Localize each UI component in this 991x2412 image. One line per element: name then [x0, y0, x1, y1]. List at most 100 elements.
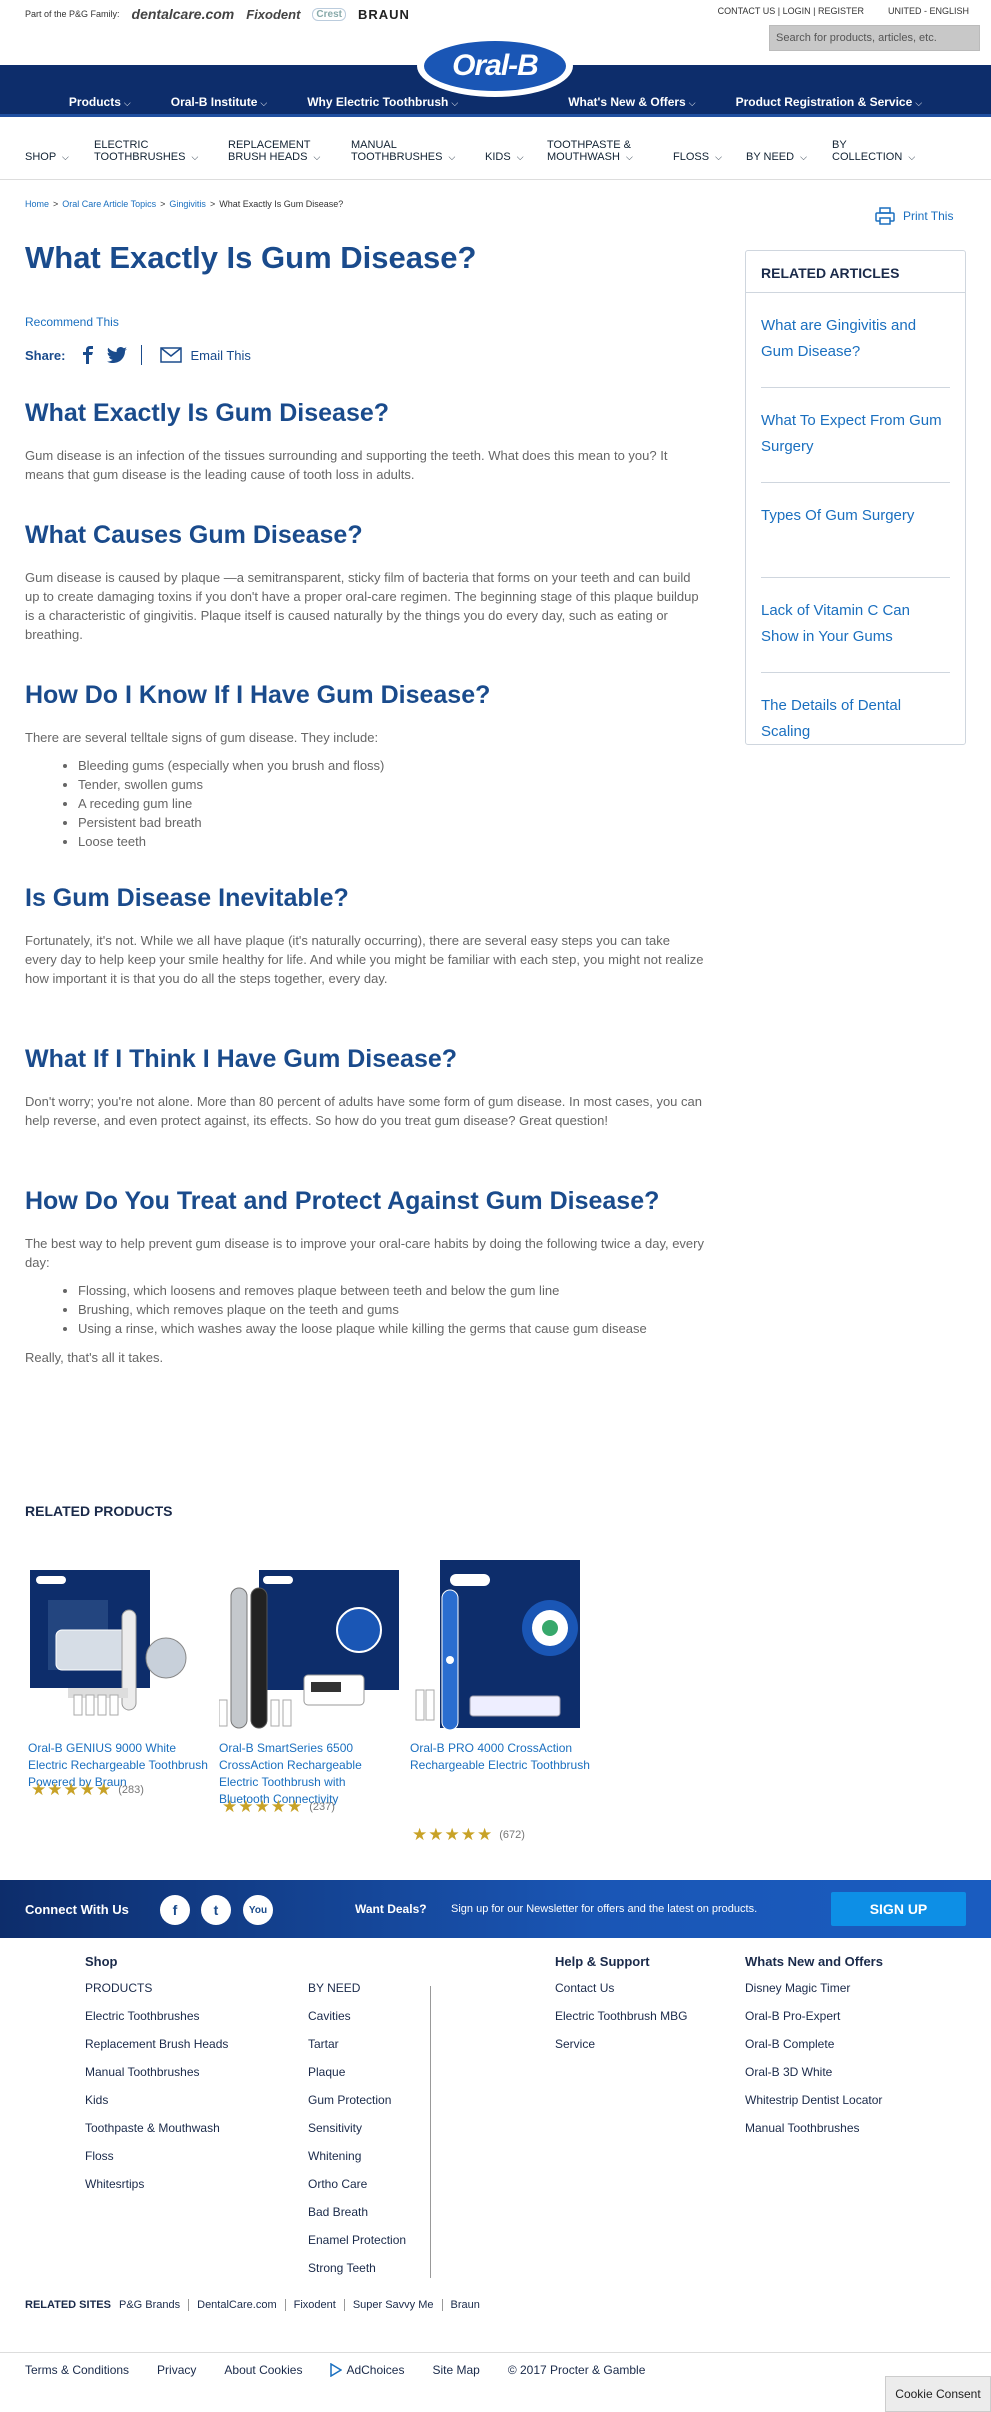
footer-link[interactable]: Toothpaste & Mouthwash	[85, 2120, 228, 2148]
product-rating: ★★★★★ (283)	[31, 1780, 144, 1800]
footer-heading: Whats New and Offers	[745, 1954, 883, 1969]
facebook-icon[interactable]: f	[160, 1895, 190, 1925]
footer-link[interactable]: Whitening	[308, 2148, 406, 2176]
nav-item-products[interactable]: Products ⌵	[49, 95, 151, 109]
product-name[interactable]: Oral-B PRO 4000 CrossAction Rechargeable…	[410, 1740, 590, 1774]
cookie-consent-button[interactable]: Cookie Consent	[885, 2376, 991, 2412]
register-link[interactable]: REGISTER	[818, 6, 864, 16]
subnav-label: FLOSS	[673, 151, 710, 163]
footer-link[interactable]: Plaque	[308, 2064, 406, 2092]
related-article-link[interactable]: What To Expect From Gum Surgery	[761, 388, 950, 483]
footer-link[interactable]: Manual Toothbrushes	[85, 2064, 228, 2092]
footer-link[interactable]: Strong Teeth	[308, 2260, 406, 2288]
subnav-kids[interactable]: KIDS ⌵	[485, 151, 524, 163]
contact-us-link[interactable]: CONTACT US	[718, 6, 776, 16]
product-image[interactable]	[410, 1560, 590, 1740]
subnav-label: BY	[832, 139, 847, 151]
footer-link[interactable]: Whitesrtips	[85, 2176, 228, 2204]
footer-link[interactable]: Electric Toothbrushes	[85, 2008, 228, 2036]
page-title: What Exactly Is Gum Disease?	[25, 240, 477, 275]
product-image[interactable]	[28, 1570, 208, 1740]
terms-link[interactable]: Terms & Conditions	[25, 2363, 129, 2377]
signup-button[interactable]: SIGN UP	[831, 1892, 966, 1926]
brand-link-fixodent[interactable]: Fixodent	[246, 7, 300, 22]
nav-item-institute[interactable]: Oral-B Institute ⌵	[151, 95, 288, 109]
breadcrumb-home[interactable]: Home	[25, 199, 49, 209]
list-item: Flossing, which loosens and removes plaq…	[78, 1281, 705, 1300]
footer-link[interactable]: BY NEED	[308, 1980, 406, 2008]
footer-link[interactable]: Contact Us	[555, 1980, 688, 2008]
brand-link-braun[interactable]: BRAUN	[358, 7, 410, 22]
footer-link[interactable]: Oral-B Complete	[745, 2036, 883, 2064]
footer-link[interactable]: Sensitivity	[308, 2120, 406, 2148]
footer-link[interactable]: Kids	[85, 2092, 228, 2120]
footer-link[interactable]: Disney Magic Timer	[745, 1980, 883, 2008]
related-site-link[interactable]: P&G Brands	[119, 2299, 188, 2311]
sitemap-link[interactable]: Site Map	[432, 2363, 479, 2377]
nav-item-registration[interactable]: Product Registration & Service ⌵	[716, 95, 943, 109]
footer-link[interactable]: Oral-B 3D White	[745, 2064, 883, 2092]
related-article-link[interactable]: What are Gingivitis and Gum Disease?	[761, 293, 950, 388]
footer-link[interactable]: Tartar	[308, 2036, 406, 2064]
related-site-link[interactable]: Fixodent	[284, 2299, 344, 2311]
footer-link[interactable]: Oral-B Pro-Expert	[745, 2008, 883, 2036]
related-site-link[interactable]: Super Savvy Me	[343, 2299, 442, 2311]
copyright: © 2017 Procter & Gamble	[507, 2363, 646, 2377]
subnav-shop[interactable]: SHOP ⌵	[25, 151, 69, 163]
related-sites-heading: RELATED SITES	[25, 2299, 111, 2311]
brand-link-dentalcare[interactable]: dentalcare.com	[132, 6, 235, 22]
cookies-link[interactable]: About Cookies	[224, 2363, 302, 2377]
subnav-collection[interactable]: BY COLLECTION ⌵	[832, 139, 915, 163]
brand-link-crest[interactable]: Crest	[312, 7, 346, 21]
footer-link[interactable]: Enamel Protection	[308, 2232, 406, 2260]
footer-link[interactable]: Cavities	[308, 2008, 406, 2036]
subnav-toothpaste[interactable]: TOOTHPASTE & MOUTHWASH ⌵	[547, 139, 633, 163]
footer-link[interactable]: Whitestrip Dentist Locator	[745, 2092, 883, 2120]
twitter-icon[interactable]: t	[201, 1895, 231, 1925]
breadcrumb: Home > Oral Care Article Topics > Gingivitis…	[25, 199, 343, 209]
product-card[interactable]: Oral-B SmartSeries 6500 CrossAction Rech…	[218, 1570, 399, 1816]
breadcrumb-gingivitis[interactable]: Gingivitis	[169, 199, 206, 209]
product-card[interactable]: Oral-B PRO 4000 CrossAction Rechargeable…	[410, 1560, 590, 1844]
subnav-label: REPLACEMENT	[228, 139, 311, 151]
recommend-link[interactable]: Recommend This	[25, 315, 119, 329]
subnav-floss[interactable]: FLOSS ⌵	[673, 151, 722, 163]
footer-link[interactable]: Bad Breath	[308, 2204, 406, 2232]
product-image[interactable]	[218, 1570, 399, 1740]
footer-link[interactable]: Electric Toothbrush MBG	[555, 2008, 688, 2036]
subnav-label: TOOTHBRUSHES	[351, 151, 443, 163]
related-article-link[interactable]: The Details of Dental Scaling	[761, 673, 950, 768]
footer-link[interactable]: Ortho Care	[308, 2176, 406, 2204]
footer-link[interactable]: Replacement Brush Heads	[85, 2036, 228, 2064]
subnav-manual[interactable]: MANUAL TOOTHBRUSHES ⌵	[351, 139, 455, 163]
product-card[interactable]: Oral-B GENIUS 9000 White Electric Rechar…	[28, 1570, 208, 1799]
nav-item-whats-new[interactable]: What's New & Offers ⌵	[548, 95, 715, 109]
adchoices-link[interactable]: AdChoices	[346, 2363, 404, 2377]
oral-b-logo[interactable]: Oral-B	[420, 38, 570, 94]
footer-link[interactable]: PRODUCTS	[85, 1980, 228, 2008]
email-button[interactable]: Email This	[160, 347, 251, 363]
related-site-link[interactable]: Braun	[441, 2299, 488, 2311]
related-article-link[interactable]: Types Of Gum Surgery	[761, 483, 950, 578]
locale-selector[interactable]: UNITED - ENGLISH	[888, 6, 969, 16]
footer-link[interactable]: Manual Toothbrushes	[745, 2120, 883, 2148]
related-article-link[interactable]: Lack of Vitamin C Can Show in Your Gums	[761, 578, 950, 673]
footer-link[interactable]: Gum Protection	[308, 2092, 406, 2120]
subnav-by-need[interactable]: BY NEED ⌵	[746, 151, 807, 163]
search-input[interactable]: Search for products, articles, etc.	[769, 25, 980, 51]
subnav-brush-heads[interactable]: REPLACEMENT BRUSH HEADS ⌵	[228, 139, 320, 163]
subnav-electric[interactable]: ELECTRIC TOOTHBRUSHES ⌵	[94, 139, 198, 163]
footer-link[interactable]: Floss	[85, 2148, 228, 2176]
breadcrumb-topics[interactable]: Oral Care Article Topics	[62, 199, 156, 209]
related-site-link[interactable]: DentalCare.com	[188, 2299, 284, 2311]
facebook-icon[interactable]	[81, 346, 95, 364]
privacy-link[interactable]: Privacy	[157, 2363, 196, 2377]
footer-link[interactable]: Service	[555, 2036, 688, 2064]
login-link[interactable]: LOGIN	[783, 6, 811, 16]
twitter-icon[interactable]	[107, 347, 128, 363]
print-button[interactable]: Print This	[875, 207, 953, 225]
nav-item-why-electric[interactable]: Why Electric Toothbrush ⌵	[287, 95, 478, 109]
youtube-icon[interactable]: You	[243, 1895, 273, 1925]
chevron-down-icon: ⌵	[313, 152, 321, 162]
chevron-down-icon: ⌵	[908, 152, 916, 162]
